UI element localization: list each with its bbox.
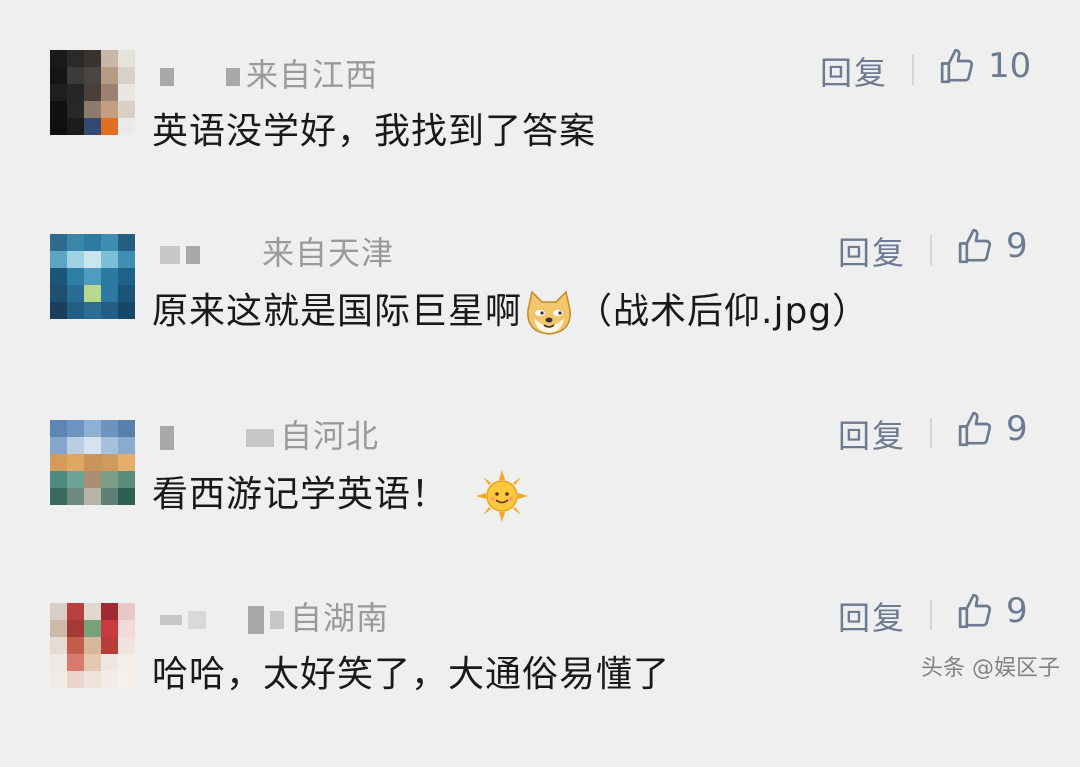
watermark: 头条 @娱区子 xyxy=(921,656,1060,681)
comment-text: 英语没学好，我找到了答案 xyxy=(152,111,597,152)
avatar[interactable] xyxy=(50,234,135,319)
comment-item: 来自江西 英语没学好，我找到了答案 回复 10 xyxy=(0,40,1080,220)
location-text: 来自江西 xyxy=(246,56,379,94)
like-count: 9 xyxy=(1006,409,1028,449)
sun-emoji-icon xyxy=(476,470,529,522)
like-count: 9 xyxy=(1006,591,1028,631)
username-location: 来自天津 xyxy=(160,228,394,272)
thumbs-up-icon xyxy=(958,593,992,629)
like-button[interactable]: 9 xyxy=(956,591,1028,631)
reply-button[interactable]: 回复 xyxy=(838,593,906,639)
comment-item: 自河北 看西游记学英语！ 回复 9 xyxy=(0,405,1080,585)
location-text: 自河北 xyxy=(280,417,380,455)
comment-item: 来自天津 原来这就是国际巨星啊 （战术后仰.jpg） 回复 9 xyxy=(0,222,1080,402)
divider xyxy=(930,600,932,630)
avatar[interactable] xyxy=(50,603,135,688)
avatar[interactable] xyxy=(50,50,135,135)
like-button[interactable]: 9 xyxy=(956,226,1028,266)
like-button[interactable]: 9 xyxy=(956,409,1028,449)
reply-button[interactable]: 回复 xyxy=(838,411,906,457)
thumbs-up-icon xyxy=(940,48,974,84)
comment-text: 原来这就是国际巨星啊 （战术后仰.jpg） xyxy=(152,282,869,338)
thumbs-up-icon xyxy=(958,228,992,264)
doge-emoji-icon xyxy=(527,290,571,335)
reply-button[interactable]: 回复 xyxy=(820,48,888,94)
divider xyxy=(930,235,932,265)
divider xyxy=(912,55,914,85)
thumbs-up-icon xyxy=(958,411,992,447)
like-count: 10 xyxy=(988,46,1032,86)
like-button[interactable]: 10 xyxy=(938,46,1031,86)
comment-text: 看西游记学英语！ xyxy=(152,465,530,524)
username-location: 自湖南 xyxy=(160,593,389,637)
location-text: 来自天津 xyxy=(262,234,395,272)
location-text: 自湖南 xyxy=(290,599,390,637)
reply-button[interactable]: 回复 xyxy=(838,228,906,274)
comment-item: 自湖南 哈哈，太好笑了，大通俗易懂了 回复 9 xyxy=(0,587,1080,767)
username-location: 来自江西 xyxy=(160,50,378,94)
username-location: 自河北 xyxy=(160,411,379,455)
divider xyxy=(930,418,932,448)
avatar[interactable] xyxy=(50,420,135,505)
comment-text: 哈哈，太好笑了，大通俗易懂了 xyxy=(152,654,671,695)
like-count: 9 xyxy=(1006,226,1028,266)
